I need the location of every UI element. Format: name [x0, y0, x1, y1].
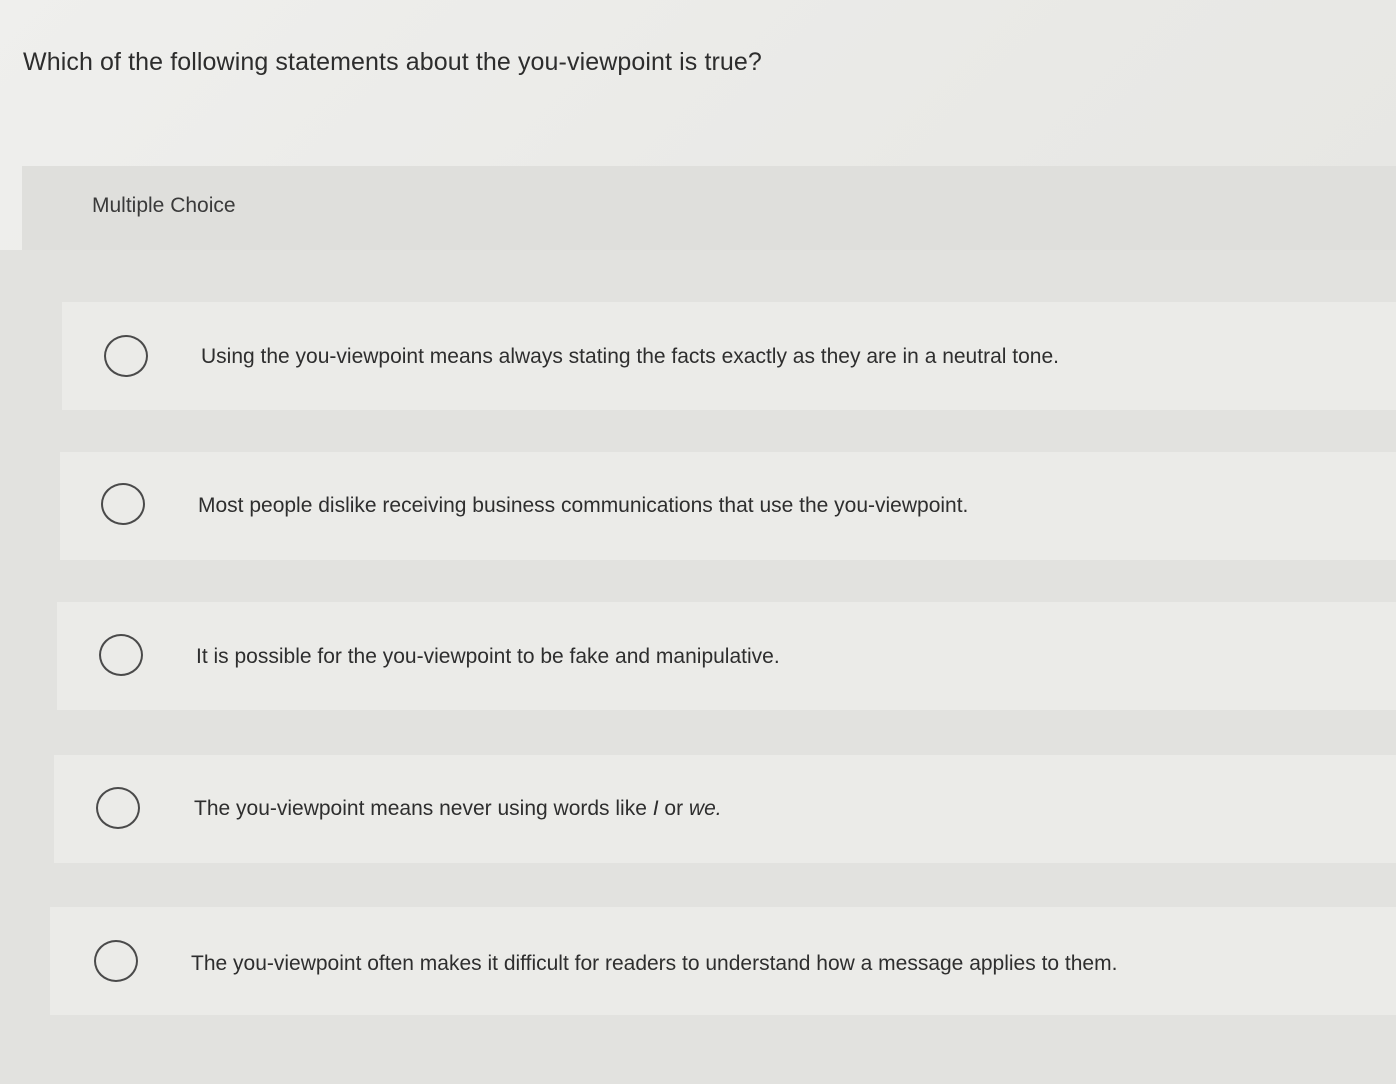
- question-type-label: Multiple Choice: [92, 194, 236, 217]
- answer-option-1[interactable]: Using the you-viewpoint means always sta…: [62, 302, 1396, 410]
- radio-button-1[interactable]: [104, 335, 148, 377]
- radio-button-3[interactable]: [99, 634, 143, 676]
- radio-button-2[interactable]: [101, 483, 145, 525]
- answer-option-5-text: The you-viewpoint often makes it difficu…: [191, 952, 1118, 975]
- answer-option-4-italic-we: we.: [688, 797, 722, 820]
- answer-option-4-text: The you-viewpoint means never using word…: [194, 797, 722, 821]
- answer-option-4-text-mid: or: [658, 797, 689, 820]
- answer-option-3[interactable]: It is possible for the you-viewpoint to …: [57, 602, 1396, 710]
- answer-option-1-text: Using the you-viewpoint means always sta…: [201, 345, 1059, 368]
- answer-option-2-text: Most people dislike receiving business c…: [198, 494, 969, 517]
- radio-button-4[interactable]: [96, 787, 140, 829]
- question-type-header: Multiple Choice: [22, 166, 1396, 250]
- radio-button-5[interactable]: [94, 940, 138, 982]
- answer-option-2[interactable]: Most people dislike receiving business c…: [60, 452, 1396, 560]
- answer-options: Using the you-viewpoint means always sta…: [0, 250, 1396, 1084]
- answer-option-3-text: It is possible for the you-viewpoint to …: [196, 645, 780, 668]
- answer-option-5[interactable]: The you-viewpoint often makes it difficu…: [50, 907, 1396, 1015]
- question-text: Which of the following statements about …: [23, 48, 762, 76]
- answer-option-4-text-start: The you-viewpoint means never using word…: [194, 797, 653, 820]
- answer-option-4[interactable]: The you-viewpoint means never using word…: [54, 755, 1396, 863]
- quiz-page: Which of the following statements about …: [0, 0, 1396, 1084]
